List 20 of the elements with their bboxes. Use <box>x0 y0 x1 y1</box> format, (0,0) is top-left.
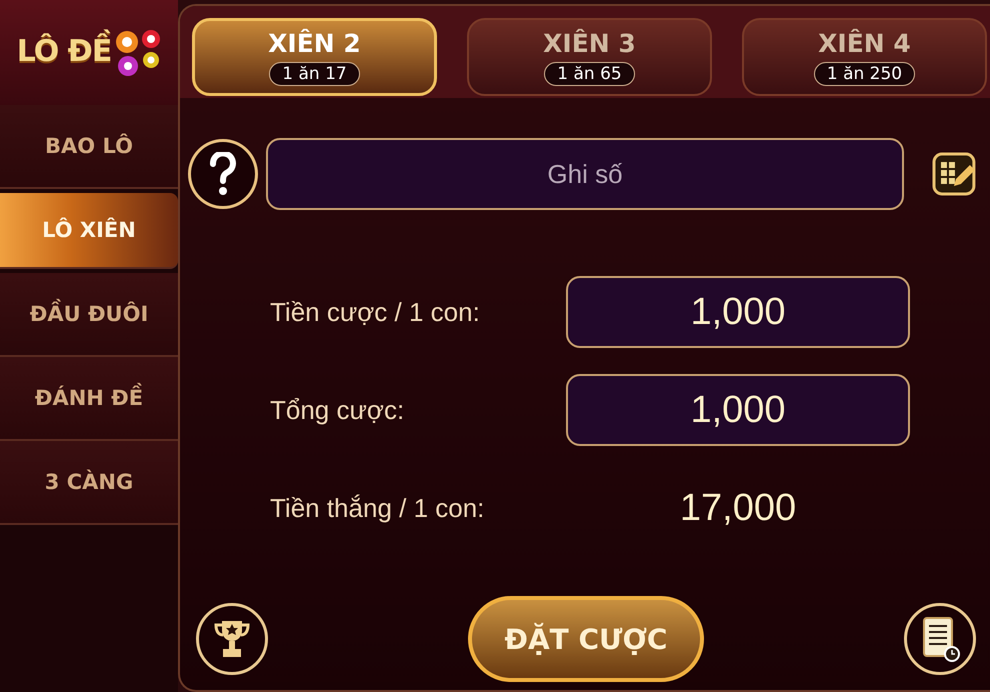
sidebar-item[interactable]: LÔ XIÊN <box>0 193 178 269</box>
sidebar-item[interactable]: BAO LÔ <box>0 105 178 189</box>
sidebar-item[interactable]: 3 CÀNG <box>0 441 178 525</box>
win-amount: 17,000 <box>678 486 798 530</box>
sidebar-item[interactable]: ĐẦU ĐUÔI <box>0 273 178 357</box>
tab[interactable]: XIÊN 3 1 ăn 65 <box>467 18 712 96</box>
question-mark-icon <box>208 152 238 196</box>
grid-pencil-icon[interactable] <box>932 152 976 196</box>
bet-button[interactable]: ĐẶT CƯỢC <box>468 596 704 682</box>
row-label: Tổng cược: <box>270 394 406 426</box>
number-input-field[interactable]: Ghi số <box>266 138 904 210</box>
document-clock-icon <box>920 616 960 662</box>
logo-text: LÔ ĐỀ <box>14 30 114 75</box>
amount-field[interactable]: 1,000 <box>566 276 910 348</box>
row-label: Tiền cược / 1 con: <box>270 296 481 328</box>
sidebar-item[interactable]: ĐÁNH ĐỀ <box>0 357 178 441</box>
amount-field[interactable]: 1,000 <box>566 374 910 446</box>
tab[interactable]: XIÊN 4 1 ăn 250 <box>742 18 987 96</box>
tab[interactable]: XIÊN 2 1 ăn 17 <box>192 18 437 96</box>
row-label: Tiền thắng / 1 con: <box>270 492 486 524</box>
